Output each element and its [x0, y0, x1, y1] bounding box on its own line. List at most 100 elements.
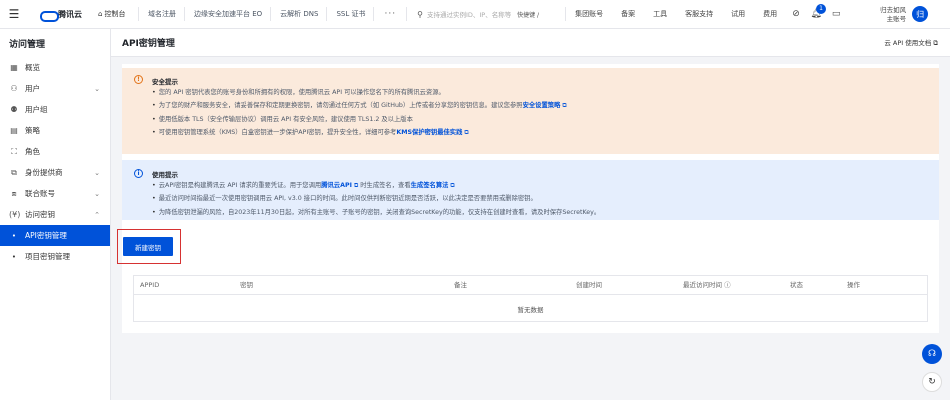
security-notice-title: 安全提示	[152, 78, 178, 86]
usage-notice-title: 使用提示	[152, 171, 178, 179]
column-created: 创建时间	[576, 281, 602, 289]
nav-support[interactable]: 客服支持	[676, 0, 722, 29]
column-appid: APPID	[140, 281, 160, 289]
grid-icon: ▦	[10, 63, 18, 72]
sidebar-item-policies[interactable]: ▤ 策略	[0, 120, 110, 141]
column-key: 密钥	[240, 281, 253, 289]
nav-dns[interactable]: 云解析 DNS	[271, 0, 326, 29]
sidebar-item-api-keys[interactable]: • API密钥管理	[0, 225, 110, 246]
cloud-logo-icon	[40, 10, 59, 22]
role-icon: ⛶	[11, 146, 17, 156]
nav-tools[interactable]: 工具	[644, 0, 676, 29]
bell-icon[interactable]: 🔔︎ 1	[806, 0, 827, 29]
usage-notice-list: • 云API密钥是构建腾讯云 API 请求的重要凭证。用于您调用腾讯云API ⧉ …	[152, 179, 600, 219]
notification-badge: 1	[816, 3, 827, 14]
compass-icon[interactable]: ⊘	[786, 0, 806, 29]
sidebar: 访问管理 ▦ 概览 ⚇ 用户 ⌄ ⚉ 用户组 ▤ 策略 ⛶ 角色 ⧉ 身份提供商…	[0, 29, 111, 400]
sidebar-title: 访问管理	[9, 39, 46, 50]
sidebar-item-label: 用户组	[25, 105, 48, 114]
sidebar-item-label: 角色	[25, 147, 40, 156]
hamburger-icon[interactable]: ☰	[0, 0, 28, 29]
sidebar-item-overview[interactable]: ▦ 概览	[0, 57, 110, 78]
sidebar-item-federation[interactable]: ⧈ 联合账号 ⌄	[0, 183, 110, 204]
users-icon: ⚉	[10, 105, 18, 114]
headset-icon[interactable]: ☊	[922, 344, 942, 364]
sidebar-item-label: 概览	[25, 63, 40, 72]
nav-group-account[interactable]: 集团账号	[566, 0, 612, 29]
list-item: • 为了您的财产和服务安全，请妥善保存和定期更换密钥，请勿通过任何方式（如 Git…	[152, 102, 567, 110]
sidebar-item-label: API密钥管理	[25, 231, 67, 240]
home-icon: ⌂	[98, 10, 103, 18]
empty-state: 暂无数据	[517, 305, 544, 314]
chevron-down-icon: ⌄	[94, 84, 100, 93]
chevron-down-icon: ⌄	[94, 168, 100, 177]
key-icon: (¥)	[9, 210, 21, 219]
chevron-up-icon: ⌃	[94, 210, 100, 219]
list-item: • 为降低密钥泄漏的风险，自2023年11月30日起，对所有主账号、子账号的密钥，…	[152, 208, 601, 216]
info-icon[interactable]: ⓘ	[724, 281, 731, 289]
sidebar-item-idp[interactable]: ⧉ 身份提供商 ⌄	[0, 162, 110, 183]
policy-icon: ▤	[10, 126, 18, 135]
search-placeholder: 支持通过实例ID、IP、名称等	[426, 11, 512, 19]
external-link-icon: ⧉	[933, 39, 938, 47]
federation-icon: ⧈	[11, 188, 17, 198]
sidebar-item-label: 联合账号	[25, 189, 55, 198]
column-remark: 备注	[454, 281, 467, 289]
security-notice-list: • 您的 API 密钥代表您的账号身份和所拥有的权限，使用腾讯云 API 可以操作…	[152, 86, 567, 139]
console-label: 控制台	[104, 10, 126, 18]
sidebar-item-access-keys[interactable]: (¥) 访问密钥 ⌃	[0, 204, 110, 225]
more-menu[interactable]: ···	[374, 0, 406, 29]
bullet-icon: •	[11, 231, 17, 240]
nav-icp[interactable]: 备案	[612, 0, 644, 29]
sidebar-item-roles[interactable]: ⛶ 角色	[0, 141, 110, 162]
search-input[interactable]: ⚲ 支持通过实例ID、IP、名称等	[407, 0, 517, 29]
table-header: APPID 密钥 备注 创建时间 最近访问时间 ⓘ 状态 操作	[134, 276, 927, 295]
column-actions: 操作	[847, 281, 860, 289]
top-bar: ☰ 腾讯云 ⌂ 控制台 域名注册 边缘安全加速平台 EO 云解析 DNS SSL…	[0, 0, 950, 29]
list-item: • 最近访问时间指最近一次使用密钥调用云 API, v3.0 接口的时间。此时间仅…	[152, 195, 537, 203]
bullet-icon: •	[11, 252, 17, 261]
security-policy-link[interactable]: 安全设置策略	[523, 102, 561, 109]
nav-domain[interactable]: 域名注册	[139, 0, 184, 29]
external-link-icon: ⧉	[562, 102, 567, 110]
sidebar-item-project-keys[interactable]: • 项目密钥管理	[0, 246, 110, 267]
warning-icon: !	[134, 75, 143, 84]
column-status: 状态	[790, 281, 803, 289]
refresh-icon[interactable]: ↻	[922, 372, 942, 392]
user-info[interactable]: 归去如风 主账号	[846, 0, 906, 29]
user-name: 归去如风	[880, 5, 907, 14]
idp-icon: ⧉	[11, 167, 17, 177]
sidebar-item-label: 用户	[25, 84, 40, 93]
sidebar-item-label: 访问密钥	[25, 210, 55, 219]
external-link-icon: ⧉	[450, 182, 455, 189]
list-item: • 云API密钥是构建腾讯云 API 请求的重要凭证。用于您调用腾讯云API ⧉ …	[152, 182, 455, 189]
nav-eo[interactable]: 边缘安全加速平台 EO	[185, 0, 270, 29]
avatar[interactable]: 归	[912, 6, 929, 22]
list-item: • 使用低版本 TLS（安全传输层协议）调用云 API 有安全风险，建议使用 TL…	[152, 115, 413, 123]
tencent-api-link[interactable]: 腾讯云API	[321, 182, 352, 189]
user-icon: ⚇	[10, 84, 18, 93]
console-link[interactable]: ⌂ 控制台	[90, 0, 138, 29]
nav-trial[interactable]: 试用	[722, 0, 754, 29]
signature-algorithm-link[interactable]: 生成签名算法	[411, 182, 449, 189]
page-title: API密钥管理	[122, 39, 175, 49]
list-item: • 您的 API 密钥代表您的账号身份和所拥有的权限，使用腾讯云 API 可以操作…	[152, 89, 445, 96]
nav-billing[interactable]: 费用	[754, 0, 786, 29]
sidebar-item-users[interactable]: ⚇ 用户 ⌄	[0, 78, 110, 99]
api-doc-link[interactable]: 云 API 使用文档 ⧉	[884, 37, 938, 48]
sidebar-item-user-groups[interactable]: ⚉ 用户组	[0, 99, 110, 120]
new-key-button[interactable]: 新建密钥	[123, 237, 173, 256]
logo[interactable]: 腾讯云	[28, 0, 90, 29]
column-last-access: 最近访问时间 ⓘ	[683, 281, 731, 289]
kms-best-practice-link[interactable]: KMS保护密钥最佳实践	[396, 129, 462, 136]
search-icon: ⚲	[417, 9, 423, 19]
external-link-icon: ⧉	[464, 128, 469, 136]
sidebar-item-label: 策略	[25, 126, 40, 135]
billing-icon[interactable]: ▭	[826, 0, 846, 29]
nav-ssl[interactable]: SSL 证书	[327, 0, 373, 29]
sidebar-item-label: 身份提供商	[25, 168, 63, 177]
page-header: API密钥管理 云 API 使用文档 ⧉	[111, 29, 950, 57]
shortcut-hint[interactable]: 快捷键 /	[517, 0, 565, 29]
account-type: 主账号	[886, 14, 907, 23]
chevron-down-icon: ⌄	[94, 189, 100, 198]
